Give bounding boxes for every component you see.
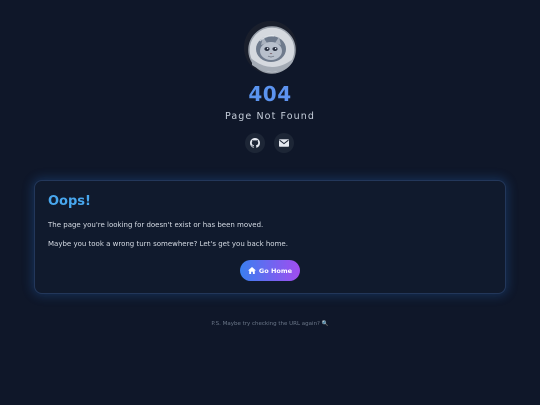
github-icon [250, 138, 260, 148]
social-links [245, 133, 294, 153]
go-home-label: Go Home [258, 266, 293, 275]
card-message: The page you're looking for doesn't exis… [48, 221, 264, 229]
astronaut-cat-image [244, 21, 297, 74]
error-card: Oops! The page you're looking for doesn'… [34, 180, 506, 294]
email-link-button[interactable] [274, 133, 294, 153]
home-icon [247, 267, 256, 274]
error-subtitle: Page Not Found [224, 111, 316, 122]
go-home-button[interactable]: Go Home [240, 260, 300, 281]
avatar [244, 21, 297, 74]
card-title: Oops! [48, 194, 91, 209]
mail-icon [279, 139, 289, 147]
footer-note: P.S. Maybe try checking the URL again? 🔍 [211, 321, 329, 327]
card-hint: Maybe you took a wrong turn somewhere? L… [48, 240, 288, 248]
error-code: 404 [0, 81, 540, 107]
not-found-page: 404 Page Not Found Oops! The page you're… [0, 0, 540, 405]
github-link-button[interactable] [245, 133, 265, 153]
